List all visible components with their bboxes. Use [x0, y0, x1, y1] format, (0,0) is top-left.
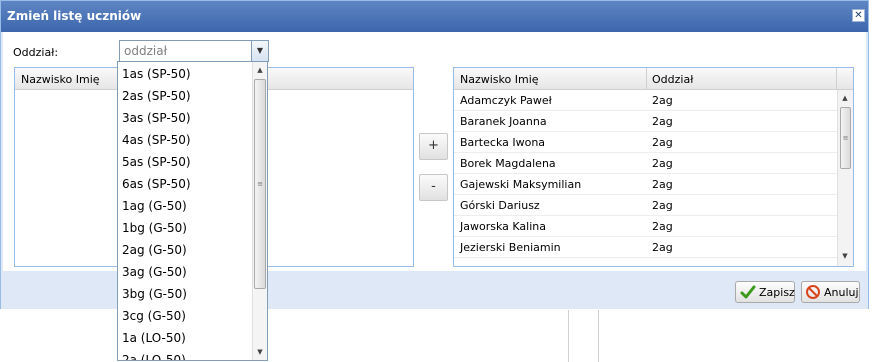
student-class: 2ag — [652, 157, 673, 170]
student-class: 2ag — [652, 94, 673, 107]
background-divider — [598, 310, 599, 362]
grid-scrollbar[interactable]: ▲ ≡ ▼ — [837, 90, 853, 266]
column-header-class[interactable]: Oddział — [652, 73, 693, 86]
dropdown-option[interactable]: 2ag (G-50) — [122, 243, 187, 257]
table-row[interactable]: Jaworska Kalina 2ag — [454, 216, 837, 237]
table-row[interactable]: Baranek Joanna 2ag — [454, 111, 837, 132]
dialog-title: Zmień listę uczniów — [7, 9, 142, 23]
scroll-down-icon[interactable]: ▼ — [839, 252, 851, 260]
dialog-titlebar[interactable]: Zmień listę uczniów ✕ — [1, 1, 868, 32]
column-header-name[interactable]: Nazwisko Imię — [460, 73, 539, 86]
table-row[interactable]: Gajewski Maksymilian 2ag — [454, 174, 837, 195]
dropdown-option[interactable]: 3as (SP-50) — [122, 111, 191, 125]
student-name: Baranek Joanna — [460, 115, 547, 128]
grid-header: Nazwisko Imię Oddział — [454, 68, 853, 90]
scroll-thumb[interactable]: ≡ — [254, 79, 266, 289]
student-class: 2ag — [652, 115, 673, 128]
remove-button[interactable]: - — [419, 174, 448, 201]
class-filter-label: Oddział: — [13, 46, 59, 59]
student-name: Jaworska Kalina — [460, 220, 546, 233]
dropdown-scrollbar[interactable]: ▲ ≡ ▼ — [252, 62, 267, 360]
dropdown-option[interactable]: 3bg (G-50) — [122, 287, 187, 301]
table-row[interactable]: Borek Magdalena 2ag — [454, 153, 837, 174]
student-class: 2ag — [652, 178, 673, 191]
student-name: Jezierski Beniamin — [460, 241, 561, 254]
check-icon — [740, 285, 756, 299]
cancel-icon — [806, 285, 820, 299]
scroll-thumb[interactable]: ≡ — [840, 107, 851, 169]
dropdown-option[interactable]: 1bg (G-50) — [122, 221, 187, 235]
student-class: 2ag — [652, 136, 673, 149]
table-row[interactable]: Górski Dariusz 2ag — [454, 195, 837, 216]
class-select-placeholder: oddział — [124, 44, 167, 58]
selected-students-grid: Nazwisko Imię Oddział Adamczyk Paweł 2ag… — [453, 67, 854, 267]
background-divider — [568, 310, 569, 362]
student-name: Borek Magdalena — [460, 157, 556, 170]
save-button[interactable]: Zapisz — [735, 281, 795, 303]
student-name: Gajewski Maksymilian — [460, 178, 582, 191]
dropdown-option[interactable]: 6as (SP-50) — [122, 177, 191, 191]
add-button[interactable]: + — [419, 133, 448, 160]
student-name: Górski Dariusz — [460, 199, 540, 212]
column-separator[interactable] — [646, 68, 647, 89]
dropdown-option[interactable]: 2as (SP-50) — [122, 89, 191, 103]
class-dropdown-list: 1as (SP-50) 2as (SP-50) 3as (SP-50) 4as … — [117, 61, 268, 361]
student-name: Bartecka Iwona — [460, 136, 546, 149]
chevron-down-icon[interactable]: ▼ — [251, 41, 268, 61]
dropdown-option[interactable]: 1ag (G-50) — [122, 199, 187, 213]
student-name: Adamczyk Paweł — [460, 94, 552, 107]
scroll-down-icon[interactable]: ▼ — [254, 348, 266, 356]
column-header-name[interactable]: Nazwisko Imię — [21, 73, 100, 86]
save-label: Zapisz — [759, 286, 795, 299]
dropdown-option[interactable]: 4as (SP-50) — [122, 133, 191, 147]
table-row[interactable]: Adamczyk Paweł 2ag — [454, 90, 837, 111]
student-class: 2ag — [652, 241, 673, 254]
student-class: 2ag — [652, 199, 673, 212]
student-class: 2ag — [652, 220, 673, 233]
dropdown-option[interactable]: 1a (LO-50) — [122, 331, 186, 345]
cancel-label: Anuluj — [824, 286, 859, 299]
table-row[interactable]: Bartecka Iwona 2ag — [454, 132, 837, 153]
dropdown-option[interactable]: 2a (LO-50) — [122, 353, 186, 360]
close-button[interactable]: ✕ — [852, 9, 865, 22]
column-separator — [836, 68, 837, 89]
dropdown-option[interactable]: 3cg (G-50) — [122, 309, 186, 323]
cancel-button[interactable]: Anuluj — [801, 281, 860, 303]
scroll-up-icon[interactable]: ▲ — [254, 66, 266, 74]
dropdown-option[interactable]: 5as (SP-50) — [122, 155, 191, 169]
dropdown-option[interactable]: 3ag (G-50) — [122, 265, 187, 279]
dropdown-option[interactable]: 1as (SP-50) — [122, 67, 191, 81]
scroll-up-icon[interactable]: ▲ — [839, 94, 851, 102]
close-icon: ✕ — [854, 10, 863, 21]
table-row[interactable]: Jezierski Beniamin 2ag — [454, 237, 837, 258]
class-select[interactable]: oddział ▼ — [119, 40, 269, 62]
